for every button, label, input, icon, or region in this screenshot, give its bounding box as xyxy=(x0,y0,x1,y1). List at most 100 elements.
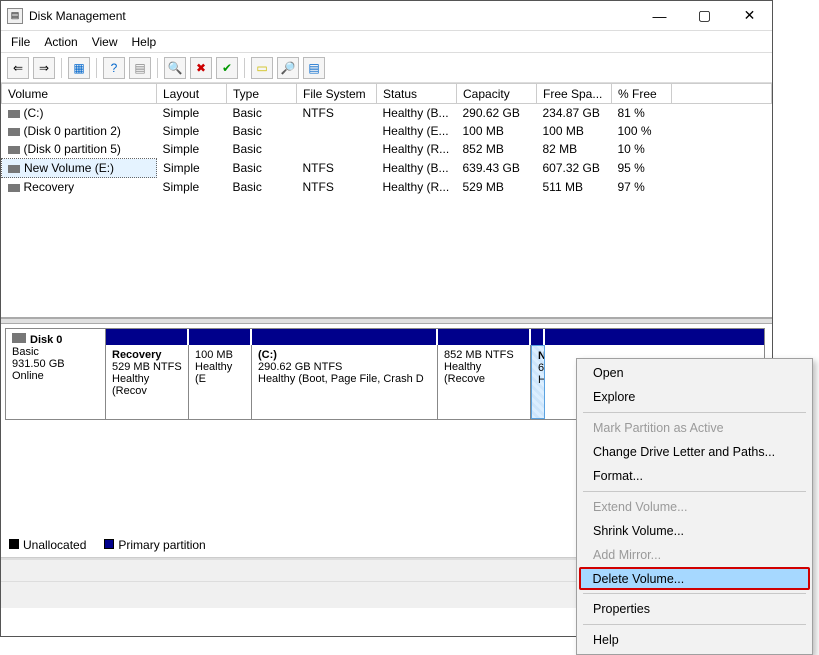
partition[interactable]: N6H xyxy=(531,345,545,419)
app-icon: ▤ xyxy=(7,8,23,24)
volume-list[interactable]: Volume Layout Type File System Status Ca… xyxy=(1,83,772,318)
cell: 100 MB xyxy=(537,122,612,140)
cell: Healthy (B... xyxy=(377,159,457,178)
cell: Basic xyxy=(227,178,297,197)
cell: 10 % xyxy=(612,140,672,159)
window-title: Disk Management xyxy=(29,9,637,23)
menu-action[interactable]: Action xyxy=(44,35,77,49)
col-volume[interactable]: Volume xyxy=(2,84,157,104)
menu-help[interactable]: Help xyxy=(132,35,157,49)
partition[interactable]: (C:)290.62 GB NTFSHealthy (Boot, Page Fi… xyxy=(252,345,438,419)
menubar: File Action View Help xyxy=(1,31,772,53)
table-row[interactable]: (Disk 0 partition 2)SimpleBasicHealthy (… xyxy=(2,122,772,140)
titlebar: ▤ Disk Management — ▢ ✕ xyxy=(1,1,772,31)
explorer-button[interactable]: 🔎 xyxy=(277,57,299,79)
cell: 511 MB xyxy=(537,178,612,197)
partition[interactable]: 100 MBHealthy (E xyxy=(189,345,252,419)
col-spacer xyxy=(672,84,772,104)
partition-size: 100 MB xyxy=(195,349,245,361)
ctx-format[interactable]: Format... xyxy=(579,464,810,488)
volume-name-cell: Recovery xyxy=(2,178,157,197)
partition-status: Healthy (E xyxy=(195,361,245,385)
volume-name-cell: (Disk 0 partition 5) xyxy=(2,140,157,159)
cell: 81 % xyxy=(612,104,672,123)
window-controls: — ▢ ✕ xyxy=(637,1,772,30)
volume-name-cell: (C:) xyxy=(2,104,157,123)
separator xyxy=(244,58,245,78)
separator xyxy=(61,58,62,78)
settings-button[interactable]: ▤ xyxy=(129,57,151,79)
partition[interactable]: 852 MB NTFSHealthy (Recove xyxy=(438,345,531,419)
help-button[interactable]: ? xyxy=(103,57,125,79)
volume-icon xyxy=(8,146,20,154)
ctx-extend: Extend Volume... xyxy=(579,495,810,519)
volume-icon xyxy=(8,165,20,173)
strip-segment xyxy=(252,329,438,345)
cell: NTFS xyxy=(297,178,377,197)
partition[interactable]: Recovery529 MB NTFSHealthy (Recov xyxy=(106,345,189,419)
properties-button[interactable]: 🔍 xyxy=(164,57,186,79)
delete-button[interactable]: ✖ xyxy=(190,57,212,79)
disk-type: Basic xyxy=(12,346,99,358)
col-layout[interactable]: Layout xyxy=(157,84,227,104)
col-free[interactable]: Free Spa... xyxy=(537,84,612,104)
cell: Simple xyxy=(157,159,227,178)
forward-button[interactable]: ⇒ xyxy=(33,57,55,79)
ctx-explore[interactable]: Explore xyxy=(579,385,810,409)
disk-status: Online xyxy=(12,370,99,382)
col-status[interactable]: Status xyxy=(377,84,457,104)
context-menu: Open Explore Mark Partition as Active Ch… xyxy=(576,358,813,655)
cell: 529 MB xyxy=(457,178,537,197)
volume-icon xyxy=(8,128,20,136)
ctx-mark-active: Mark Partition as Active xyxy=(579,416,810,440)
strip-segment xyxy=(531,329,545,345)
col-capacity[interactable]: Capacity xyxy=(457,84,537,104)
disk-icon xyxy=(12,333,26,343)
cell xyxy=(297,122,377,140)
check-button[interactable]: ✔ xyxy=(216,57,238,79)
ctx-properties[interactable]: Properties xyxy=(579,597,810,621)
list-button[interactable]: ▤ xyxy=(303,57,325,79)
new-button[interactable]: ▭ xyxy=(251,57,273,79)
cell: Healthy (R... xyxy=(377,178,457,197)
cell: Simple xyxy=(157,178,227,197)
ctx-open[interactable]: Open xyxy=(579,361,810,385)
table-row[interactable]: (Disk 0 partition 5)SimpleBasicHealthy (… xyxy=(2,140,772,159)
table-row[interactable]: RecoverySimpleBasicNTFSHealthy (R...529 … xyxy=(2,178,772,197)
cell: Simple xyxy=(157,104,227,123)
partition-title: (C:) xyxy=(258,349,431,361)
table-row[interactable]: New Volume (E:)SimpleBasicNTFSHealthy (B… xyxy=(2,159,772,178)
show-hide-tree-button[interactable]: ▦ xyxy=(68,57,90,79)
cell: 852 MB xyxy=(457,140,537,159)
separator xyxy=(157,58,158,78)
cell: NTFS xyxy=(297,104,377,123)
cell: 234.87 GB xyxy=(537,104,612,123)
cell: 290.62 GB xyxy=(457,104,537,123)
col-fs[interactable]: File System xyxy=(297,84,377,104)
col-pct[interactable]: % Free xyxy=(612,84,672,104)
partition-status: Healthy (Boot, Page File, Crash D xyxy=(258,373,431,385)
col-type[interactable]: Type xyxy=(227,84,297,104)
cell: Healthy (B... xyxy=(377,104,457,123)
volume-name-cell: (Disk 0 partition 2) xyxy=(2,122,157,140)
cell xyxy=(297,140,377,159)
maximize-button[interactable]: ▢ xyxy=(682,1,727,30)
close-button[interactable]: ✕ xyxy=(727,1,772,30)
ctx-separator xyxy=(583,491,806,492)
menu-view[interactable]: View xyxy=(92,35,118,49)
cell: Simple xyxy=(157,122,227,140)
legend-primary: Primary partition xyxy=(104,538,205,552)
menu-file[interactable]: File xyxy=(11,35,30,49)
minimize-button[interactable]: — xyxy=(637,1,682,30)
partition-title: Recovery xyxy=(112,349,182,361)
back-button[interactable]: ⇐ xyxy=(7,57,29,79)
ctx-delete-volume[interactable]: Delete Volume... xyxy=(579,567,810,590)
cell: 100 MB xyxy=(457,122,537,140)
ctx-shrink[interactable]: Shrink Volume... xyxy=(579,519,810,543)
ctx-change-letter[interactable]: Change Drive Letter and Paths... xyxy=(579,440,810,464)
table-row[interactable]: (C:)SimpleBasicNTFSHealthy (B...290.62 G… xyxy=(2,104,772,123)
partition-status: Healthy (Recov xyxy=(112,373,182,397)
cell: 100 % xyxy=(612,122,672,140)
disk-header[interactable]: Disk 0 Basic 931.50 GB Online xyxy=(6,329,106,419)
ctx-help[interactable]: Help xyxy=(579,628,810,652)
